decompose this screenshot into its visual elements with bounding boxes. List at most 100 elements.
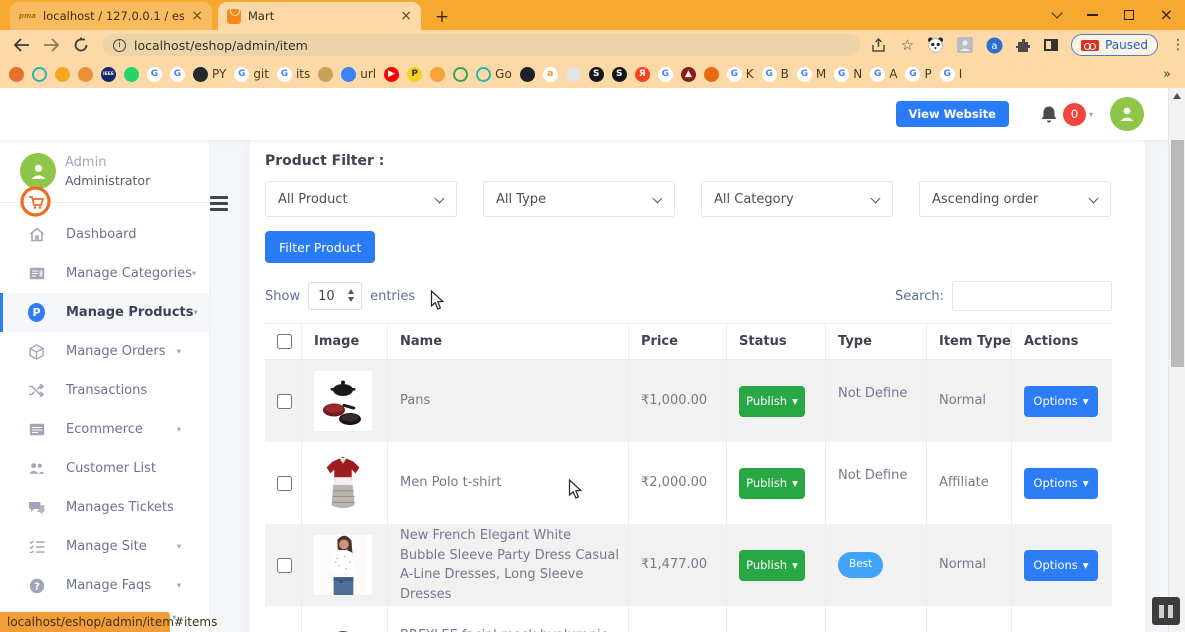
- google-icon[interactable]: G: [147, 66, 162, 82]
- options-button[interactable]: Options ▼: [1024, 467, 1098, 499]
- publish-button[interactable]: Publish ▼: [739, 467, 805, 499]
- github-icon[interactable]: PY: [193, 66, 226, 82]
- browser-menu-icon[interactable]: ⋮: [1171, 37, 1185, 53]
- green-ring-icon[interactable]: [453, 66, 469, 82]
- google-icon[interactable]: GK: [726, 66, 754, 82]
- site-info-icon[interactable]: i: [113, 38, 126, 52]
- sidebar-item-manages-tickets[interactable]: Manages Tickets: [0, 488, 209, 527]
- whatsapp-icon[interactable]: [124, 66, 139, 82]
- order-filter-select[interactable]: Ascending order: [919, 181, 1111, 217]
- dark-bird-icon[interactable]: [519, 66, 535, 82]
- google-icon[interactable]: G: [170, 66, 185, 82]
- column-header-status[interactable]: Status: [727, 324, 826, 359]
- sidebar-toggle-icon[interactable]: [208, 194, 230, 213]
- google-icon[interactable]: GB: [761, 66, 789, 82]
- window-minimize-icon[interactable]: [1086, 14, 1098, 16]
- product-filter-select[interactable]: All Product: [265, 181, 457, 217]
- sidebar-item-manage-faqs[interactable]: ? Manage Faqs ▾: [0, 566, 209, 605]
- window-close-icon[interactable]: ×: [1160, 7, 1173, 23]
- matlab-icon[interactable]: ▲: [680, 66, 696, 82]
- view-website-button[interactable]: View Website: [895, 101, 1009, 127]
- share-icon[interactable]: [871, 37, 888, 53]
- sidebar-item-transactions[interactable]: Transactions: [0, 371, 209, 410]
- back-icon[interactable]: [13, 38, 30, 52]
- row-checkbox[interactable]: [277, 557, 292, 573]
- options-button[interactable]: Options ▼: [1024, 549, 1098, 581]
- teal-ring-icon[interactable]: Go: [476, 66, 512, 82]
- p-yellow-icon[interactable]: P: [407, 66, 423, 82]
- category-filter-select[interactable]: All Category: [701, 181, 893, 217]
- google-icon[interactable]: GM: [796, 66, 826, 82]
- google-icon[interactable]: GI: [939, 66, 962, 82]
- amazon-icon[interactable]: a: [542, 66, 558, 82]
- search-input[interactable]: [952, 281, 1112, 311]
- filter-product-button[interactable]: Filter Product: [265, 231, 376, 263]
- address-url[interactable]: localhost/eshop/admin/item: [134, 38, 308, 53]
- forward-icon[interactable]: [43, 38, 60, 52]
- publish-button[interactable]: Publish ▼: [739, 385, 805, 417]
- google-icon[interactable]: GP: [905, 66, 932, 82]
- aliexpress-icon[interactable]: [703, 66, 719, 82]
- google-icon[interactable]: G: [657, 66, 673, 82]
- column-header-actions[interactable]: Actions: [1012, 324, 1112, 359]
- teal-ring-icon[interactable]: [32, 66, 47, 82]
- reload-icon[interactable]: [73, 37, 89, 53]
- browser-tab-phpmyadmin[interactable]: pma localhost / 127.0.0.1 / eshop | ph ×: [10, 2, 212, 30]
- google-icon[interactable]: Ggit: [234, 66, 269, 82]
- dark-s-icon[interactable]: S: [588, 66, 604, 82]
- select-all-header[interactable]: [265, 324, 302, 359]
- type-filter-select[interactable]: All Type: [483, 181, 675, 217]
- sidebar-item-manage-orders[interactable]: Manage Orders ▾: [0, 332, 209, 371]
- sidebar-item-ecommerce[interactable]: Ecommerce ▾: [0, 410, 209, 449]
- column-header-type[interactable]: Type: [826, 324, 927, 359]
- notifications-toggle[interactable]: 0 ▾: [1040, 102, 1093, 126]
- extensions-puzzle-icon[interactable]: [1016, 38, 1031, 53]
- youtube-icon[interactable]: ▶: [384, 66, 400, 82]
- sidebar-item-manage-categories[interactable]: Manage Categories ▾: [0, 254, 209, 293]
- window-chevron-icon[interactable]: [1050, 7, 1063, 19]
- side-panel-icon[interactable]: [1044, 39, 1059, 51]
- column-header-name[interactable]: Name: [388, 324, 629, 359]
- new-tab-button[interactable]: +: [429, 4, 455, 30]
- yandex-icon[interactable]: Я: [634, 66, 650, 82]
- recording-pause-button[interactable]: [1152, 597, 1180, 625]
- person-doc-icon[interactable]: [565, 66, 581, 82]
- tab-close-icon[interactable]: ×: [400, 9, 412, 23]
- profile-extension-icon[interactable]: [957, 37, 974, 53]
- browser-tab-mart[interactable]: Mart ×: [218, 2, 421, 30]
- panda-extension-icon[interactable]: [927, 37, 944, 53]
- select-all-checkbox[interactable]: [277, 334, 292, 349]
- url-shortener-icon[interactable]: url: [341, 66, 376, 82]
- download-paused-button[interactable]: Paused: [1071, 34, 1158, 56]
- sidebar-item-manage-products[interactable]: P Manage Products ▾: [0, 293, 209, 332]
- column-header-price[interactable]: Price: [629, 324, 727, 359]
- orange-dots-icon[interactable]: [9, 66, 24, 82]
- a-extension-icon[interactable]: a: [986, 37, 1003, 54]
- sidebar-item-customer-list[interactable]: Customer List: [0, 449, 209, 488]
- bookmarks-overflow-icon[interactable]: »: [1163, 67, 1171, 82]
- dark-s-icon[interactable]: S: [611, 66, 627, 82]
- entries-count-select[interactable]: 10: [308, 282, 363, 310]
- google-icon[interactable]: Gits: [276, 66, 310, 82]
- page-scrollbar[interactable]: [1168, 88, 1185, 632]
- scrollbar-thumb[interactable]: [1171, 140, 1184, 367]
- column-header-item-type[interactable]: Item Type: [927, 324, 1012, 359]
- options-button[interactable]: Options ▼: [1024, 385, 1098, 417]
- bookmark-star-icon[interactable]: ☆: [901, 36, 914, 54]
- user-avatar[interactable]: [1110, 97, 1144, 131]
- google-icon[interactable]: GN: [834, 66, 862, 82]
- row-checkbox[interactable]: [277, 393, 292, 409]
- sidebar-item-manage-site[interactable]: Manage Site ▾: [0, 527, 209, 566]
- row-checkbox[interactable]: [277, 475, 292, 491]
- window-maximize-icon[interactable]: [1123, 10, 1134, 20]
- analytics-bars-icon[interactable]: [78, 66, 93, 82]
- scrollbar-up-icon[interactable]: [1173, 93, 1181, 99]
- google-icon[interactable]: GA: [870, 66, 897, 82]
- tab-close-icon[interactable]: ×: [191, 9, 203, 23]
- orange-media-icon[interactable]: [430, 66, 446, 82]
- phpmyadmin-icon[interactable]: [318, 66, 334, 82]
- publish-button[interactable]: Publish ▼: [739, 549, 805, 581]
- orange-app-icon[interactable]: [55, 66, 70, 82]
- ieee-icon[interactable]: IEEE: [101, 66, 116, 82]
- mart-logo-icon[interactable]: [19, 185, 52, 222]
